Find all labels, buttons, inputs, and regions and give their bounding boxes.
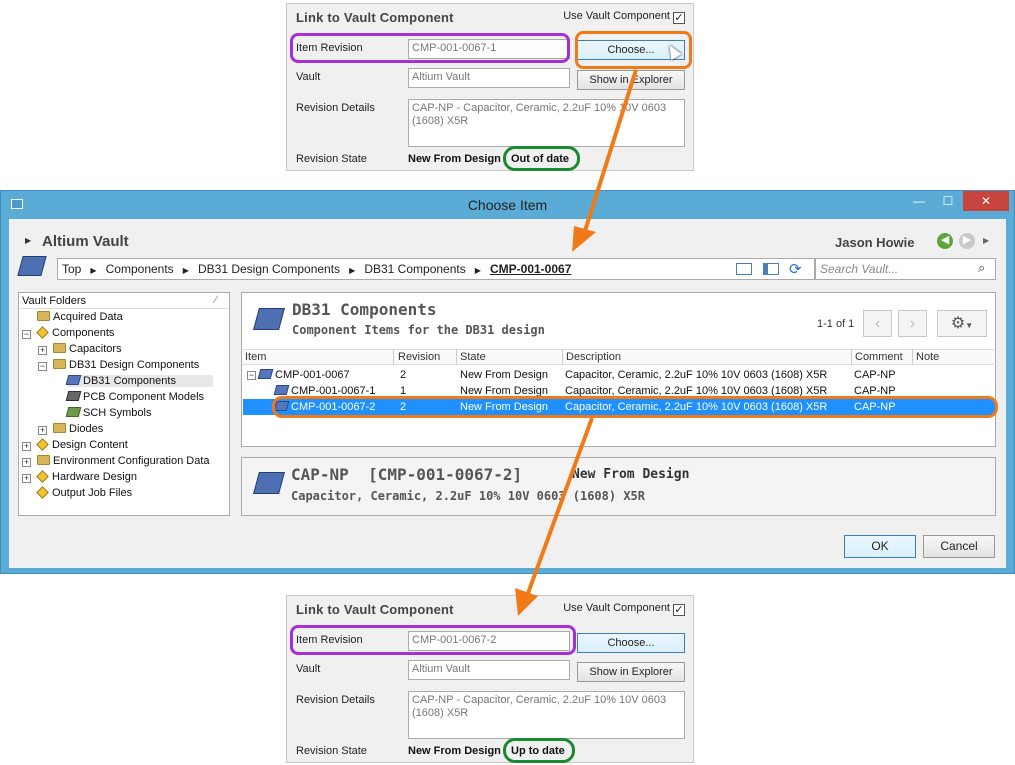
arrow-row-to-panel: [525, 417, 594, 597]
flow-arrows: [515, 69, 638, 616]
arrow-choose-to-dialog: [582, 69, 638, 235]
arrow-head: [515, 588, 538, 616]
arrow-head: [572, 226, 596, 252]
